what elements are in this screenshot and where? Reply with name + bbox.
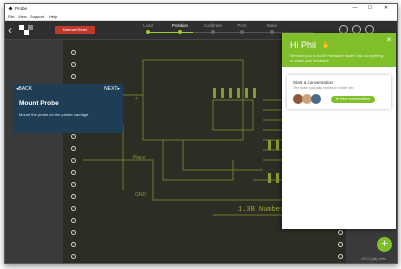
step-dot (178, 30, 182, 34)
avatar (311, 94, 321, 104)
menu-help[interactable]: Help (49, 13, 57, 20)
card-subtitle: The team typically replies in under 6m (293, 86, 354, 90)
probe-nav: ◂BACK NEXT▸ (13, 84, 123, 94)
step-dot (270, 30, 274, 34)
step-dot (211, 30, 215, 34)
chat-greeting: Hi Phil (290, 40, 317, 50)
via-hole (338, 230, 343, 235)
via-hole (71, 62, 76, 67)
via-hole (71, 74, 76, 79)
step-bake[interactable]: Bake (257, 23, 287, 28)
via-hole (71, 230, 76, 235)
via-hole (338, 254, 343, 259)
chat-subtitle: We want you to build! Hardware faster! A… (290, 54, 385, 63)
via-hole (71, 50, 76, 55)
probe-description: Mount the probe on the printer carriage (19, 112, 89, 117)
step-position[interactable]: Position (165, 23, 195, 28)
chat-launcher-button[interactable]: + (377, 237, 392, 252)
menu-bar: File View Support Help (5, 13, 397, 21)
chat-header: Hi Phil ✋ ✕ We want you to build! Hardwa… (282, 33, 396, 67)
title-bar: Probe — ☐ ✕ (5, 4, 397, 13)
menu-file[interactable]: File (8, 13, 14, 20)
step-connector (148, 32, 193, 33)
probe-title: Mount Probe (19, 100, 59, 107)
via-hole (71, 242, 76, 247)
step-calibrate[interactable]: Calibrate (198, 23, 228, 28)
via-hole (71, 146, 76, 151)
new-conversation-label: New conversation (340, 97, 371, 101)
via-hole (71, 254, 76, 259)
via-hole (71, 170, 76, 175)
application-window: Probe — ☐ ✕ File View Support Help ‹ Nor… (4, 3, 398, 264)
window-title: Probe (15, 6, 28, 11)
close-button[interactable]: ✕ (379, 4, 393, 13)
via-hole (71, 134, 76, 139)
step-load[interactable]: Load (133, 23, 163, 28)
menu-support[interactable]: Support (30, 13, 44, 20)
card-title: Start a conversation (293, 80, 334, 85)
board-label-phase: Place (133, 155, 146, 161)
conversation-card: Start a conversation The team typically … (287, 75, 391, 109)
menu-view[interactable]: View (18, 13, 27, 20)
voltera-logo (19, 25, 33, 35)
via-hole (71, 182, 76, 187)
app-icon (8, 6, 13, 11)
mount-probe-panel: ◂BACK NEXT▸ Mount Probe Mount the probe … (13, 84, 123, 133)
via-hole (338, 242, 343, 247)
via-hole (71, 206, 76, 211)
back-button[interactable]: ◂BACK (16, 84, 32, 94)
step-print[interactable]: Print (227, 23, 257, 28)
chat-widget: Hi Phil ✋ ✕ We want you to build! Hardwa… (282, 33, 396, 229)
step-dot (146, 30, 150, 34)
status-text: v3.0.3 (all) xrefs (361, 257, 386, 261)
via-hole (71, 194, 76, 199)
board-label-gnd: GND (135, 192, 147, 198)
via-hole (71, 158, 76, 163)
via-hole (71, 218, 76, 223)
board-label-plus: + (135, 96, 138, 102)
back-chevron-icon[interactable]: ‹ (8, 24, 16, 36)
minimize-button[interactable]: — (348, 4, 362, 13)
wave-icon: ✋ (322, 43, 330, 49)
maximize-button[interactable]: ☐ (363, 4, 377, 13)
close-icon[interactable]: ✕ (386, 36, 392, 44)
new-conversation-button[interactable]: ➤ New conversation (331, 96, 375, 103)
filename-badge[interactable]: NormanTimer (55, 26, 95, 34)
next-button[interactable]: NEXT▸ (104, 84, 120, 94)
step-dot (240, 30, 244, 34)
